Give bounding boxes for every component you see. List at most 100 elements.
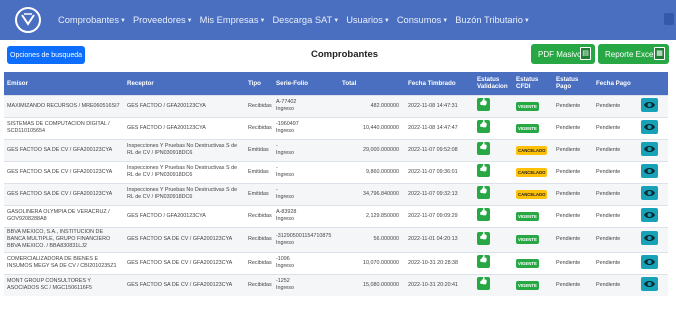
view-button[interactable] bbox=[641, 119, 658, 134]
cell-serie-folio: -312905001154710875 Ingreso bbox=[273, 226, 339, 252]
cell-cfdi: VIGENTE bbox=[513, 273, 553, 296]
cell-total: 482.000000 bbox=[339, 94, 405, 117]
cell-actions bbox=[638, 226, 668, 252]
cell-validacion bbox=[474, 160, 513, 183]
eye-icon bbox=[644, 189, 655, 196]
col-total: Total bbox=[339, 72, 405, 95]
app-logo[interactable] bbox=[15, 7, 41, 33]
cell-cfdi: VIGENTE bbox=[513, 204, 553, 227]
thumbs-up-icon[interactable] bbox=[477, 277, 490, 291]
nav-descarga-sat[interactable]: Descarga SAT▼ bbox=[272, 15, 339, 25]
view-button[interactable] bbox=[641, 141, 658, 156]
cell-actions bbox=[638, 251, 668, 274]
eye-icon bbox=[644, 145, 655, 152]
search-options-button[interactable]: Opciones de busqueda bbox=[7, 46, 85, 64]
view-button[interactable] bbox=[641, 97, 658, 112]
logo-icon bbox=[21, 13, 35, 26]
cell-actions bbox=[638, 204, 668, 227]
col-estatus-cfdi: Estatus CFDI bbox=[513, 72, 553, 95]
nav-consumos[interactable]: Consumos▼ bbox=[397, 15, 448, 25]
cell-fecha-timbrado: 2022-11-07 09:32:13 bbox=[405, 182, 474, 205]
thumbs-up-icon[interactable] bbox=[477, 186, 490, 199]
cell-cfdi: VIGENTE bbox=[513, 226, 553, 252]
thumbs-up-icon[interactable] bbox=[477, 208, 490, 221]
thumbs-up-icon[interactable] bbox=[477, 98, 490, 111]
serie-value: - bbox=[276, 165, 278, 171]
cell-cfdi: CANCELADO bbox=[513, 138, 553, 161]
cell-fecha-pago: Pendiente bbox=[593, 204, 638, 227]
pdf-masivo-button[interactable]: PDF Masivo ▤ bbox=[531, 44, 595, 64]
cell-validacion bbox=[474, 204, 513, 227]
cell-receptor: Inspecciones Y Pruebas No Destructivas S… bbox=[124, 138, 245, 161]
cell-validacion bbox=[474, 182, 513, 205]
col-fecha-timbrado: Fecha Timbrado bbox=[405, 72, 474, 95]
status-badge: CANCELADO bbox=[516, 189, 548, 199]
nav-proveedores[interactable]: Proveedores▼ bbox=[133, 15, 193, 25]
cell-total: 9,860.000000 bbox=[339, 160, 405, 183]
chevron-down-icon: ▼ bbox=[442, 18, 449, 24]
view-button[interactable] bbox=[641, 207, 658, 222]
cell-serie-folio: - Ingreso bbox=[273, 138, 339, 161]
table-row: BBVA MEXICO, S.A., INSTITUCION DE BANCA … bbox=[4, 226, 668, 252]
table-row: MONT GROUP CONSULTORES Y ASOCIADOS SC / … bbox=[4, 273, 668, 296]
pdf-file-icon: ▤ bbox=[580, 47, 591, 60]
cell-receptor: GES FACTOO / GFA200123CYA bbox=[124, 94, 245, 117]
eye-icon bbox=[644, 258, 655, 265]
thumbs-up-icon[interactable] bbox=[477, 255, 490, 268]
thumbs-up-icon[interactable] bbox=[477, 231, 490, 245]
nav-buzon-tributario[interactable]: Buzón Tributario▼ bbox=[455, 15, 530, 25]
nav-label: Mis Empresas bbox=[199, 15, 259, 25]
col-serie-folio: Serie-Folio bbox=[273, 72, 339, 95]
eye-icon bbox=[644, 280, 655, 287]
cell-fecha-timbrado: 2022-11-08 14:47:47 bbox=[405, 116, 474, 139]
serie-value: -1960497 bbox=[276, 121, 299, 127]
cell-estatus-pago: Pendiente bbox=[553, 251, 593, 274]
cell-emisor: GES FACTOO SA DE CV / GFA200123CYA bbox=[4, 160, 124, 183]
eye-icon bbox=[644, 167, 655, 174]
view-button[interactable] bbox=[641, 276, 658, 291]
excel-report-button[interactable]: Reporte Excel ▦ bbox=[598, 44, 669, 64]
cell-receptor: Inspecciones Y Pruebas No Destructivas S… bbox=[124, 182, 245, 205]
nav-mis-empresas[interactable]: Mis Empresas▼ bbox=[200, 15, 266, 25]
table-header-row: Emisor Receptor Tipo Serie-Folio Total F… bbox=[4, 72, 668, 95]
cell-total: 10,070.000000 bbox=[339, 251, 405, 274]
cell-fecha-timbrado: 2022-11-08 14:47:31 bbox=[405, 94, 474, 117]
status-badge: CANCELADO bbox=[516, 167, 548, 177]
cell-cfdi: VIGENTE bbox=[513, 94, 553, 117]
status-badge: VIGENTE bbox=[516, 101, 539, 111]
cell-emisor: MONT GROUP CONSULTORES Y ASOCIADOS SC / … bbox=[4, 273, 124, 296]
cell-actions bbox=[638, 116, 668, 139]
cell-fecha-pago: Pendiente bbox=[593, 160, 638, 183]
cell-fecha-timbrado: 2022-11-07 09:09:29 bbox=[405, 204, 474, 227]
thumbs-up-icon[interactable] bbox=[477, 120, 490, 133]
cell-validacion bbox=[474, 251, 513, 274]
view-button[interactable] bbox=[641, 185, 658, 200]
cell-validacion bbox=[474, 94, 513, 117]
nav-comprobantes[interactable]: Comprobantes▼ bbox=[58, 15, 126, 25]
cell-receptor: GES FACTOO / GFA200123CYA bbox=[124, 204, 245, 227]
cell-serie-folio: A-77402 Ingreso bbox=[273, 94, 339, 117]
cell-serie-folio: -1252 Ingreso bbox=[273, 273, 339, 296]
view-button[interactable] bbox=[641, 163, 658, 178]
excel-file-icon: ▦ bbox=[654, 47, 665, 60]
pdf-button-label: PDF Masivo bbox=[538, 49, 582, 59]
cell-total: 56.000000 bbox=[339, 226, 405, 252]
nav-user-toggle[interactable] bbox=[664, 13, 674, 25]
thumbs-up-icon[interactable] bbox=[477, 142, 490, 155]
navbar: Comprobantes▼ Proveedores▼ Mis Empresas▼… bbox=[0, 0, 676, 40]
cell-serie-folio: A-83928 Ingreso bbox=[273, 204, 339, 227]
nav-usuarios[interactable]: Usuarios▼ bbox=[346, 15, 390, 25]
col-actions bbox=[638, 72, 668, 95]
cell-actions bbox=[638, 182, 668, 205]
cell-serie-folio: - Ingreso bbox=[273, 160, 339, 183]
thumbs-up-icon[interactable] bbox=[477, 164, 490, 177]
cell-receptor: GES FACTOO SA DE CV / GFA200123CYA bbox=[124, 251, 245, 274]
cell-serie-folio: - Ingreso bbox=[273, 182, 339, 205]
cell-tipo: Recibidas bbox=[245, 204, 273, 227]
view-button[interactable] bbox=[641, 231, 658, 245]
cell-tipo: Recibidas bbox=[245, 226, 273, 252]
cell-tipo: Recibidas bbox=[245, 273, 273, 296]
view-button[interactable] bbox=[641, 254, 658, 269]
cell-estatus-pago: Pendiente bbox=[553, 116, 593, 139]
cell-serie-folio: -1096 Ingreso bbox=[273, 251, 339, 274]
